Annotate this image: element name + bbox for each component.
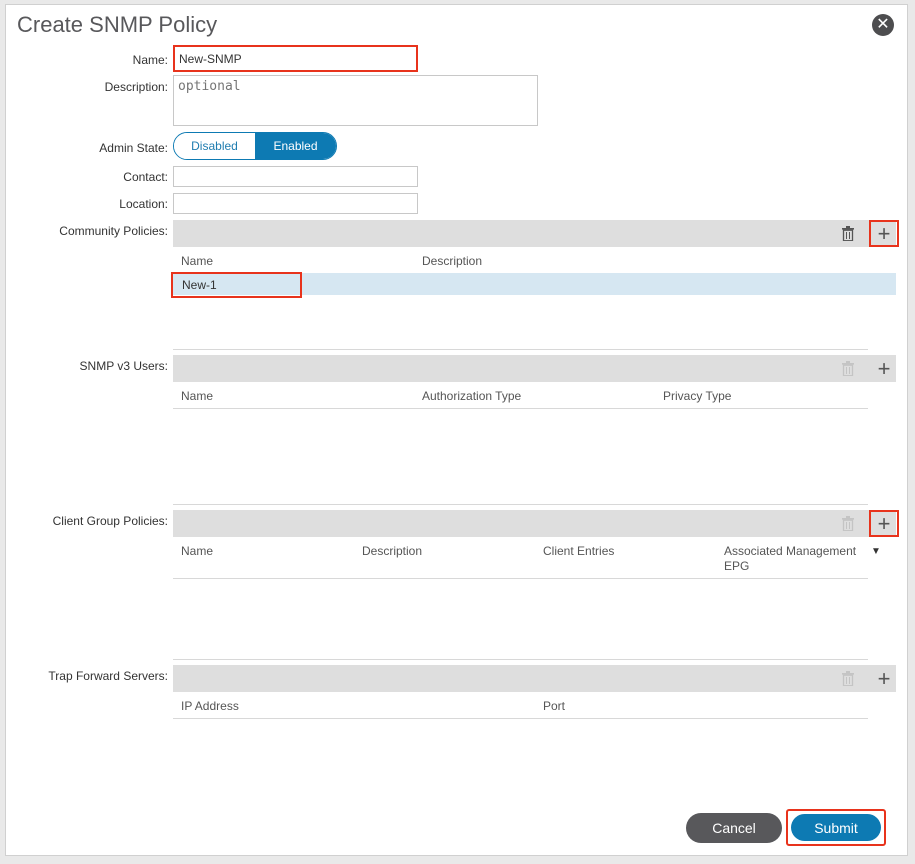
plus-icon: +	[877, 355, 891, 381]
add-client-group-button[interactable]: +	[869, 510, 899, 537]
location-input[interactable]	[173, 193, 418, 214]
column-header: Privacy Type	[663, 389, 732, 403]
trash-icon[interactable]	[841, 361, 855, 376]
snmp-v3-users-label: SNMP v3 Users:	[79, 359, 168, 373]
admin-state-label: Admin State:	[99, 141, 168, 155]
contact-label: Contact:	[123, 170, 168, 184]
sort-down-icon[interactable]: ▼	[871, 546, 881, 557]
name-label: Name:	[132, 53, 168, 67]
contact-input[interactable]	[173, 166, 418, 187]
description-field[interactable]	[173, 75, 538, 126]
trash-icon[interactable]	[841, 671, 855, 686]
plus-icon: +	[877, 220, 891, 246]
column-header: Client Entries	[543, 544, 615, 558]
description-label: Description:	[104, 80, 168, 94]
column-header: Port	[543, 699, 566, 713]
column-header: Associated Management EPG	[724, 544, 857, 573]
create-snmp-policy-dialog: Create SNMP Policy ✕ Name: Description: …	[5, 4, 908, 856]
trap-server-toolbar: +	[173, 665, 896, 692]
add-snmpv3-user-button[interactable]: +	[869, 355, 899, 382]
name-input[interactable]	[173, 45, 418, 72]
divider	[173, 408, 868, 409]
column-header: Name	[181, 389, 214, 403]
admin-state-enabled-option[interactable]: Enabled	[255, 133, 336, 159]
community-toolbar: +	[173, 220, 899, 247]
plus-icon: +	[877, 510, 891, 536]
column-header: Name	[181, 254, 214, 268]
divider	[173, 349, 868, 350]
dialog-title: Create SNMP Policy	[17, 12, 218, 37]
trash-icon[interactable]	[841, 226, 855, 241]
admin-state-toggle[interactable]: Disabled Enabled	[173, 132, 337, 160]
trash-icon[interactable]	[841, 516, 855, 531]
divider	[173, 504, 868, 505]
community-policies-label: Community Policies:	[59, 224, 168, 238]
submit-button[interactable]: Submit	[791, 814, 881, 841]
admin-state-disabled-option[interactable]: Disabled	[174, 133, 255, 159]
column-header: IP Address	[181, 699, 239, 713]
column-header: Authorization Type	[422, 389, 522, 403]
add-trap-server-button[interactable]: +	[869, 665, 899, 692]
cancel-button[interactable]: Cancel	[686, 813, 782, 843]
community-name-cell[interactable]: New-1	[171, 272, 302, 298]
submit-button-highlight[interactable]: Submit	[786, 809, 886, 846]
divider	[173, 659, 868, 660]
column-header: Description	[362, 544, 423, 558]
column-header: Name	[181, 544, 214, 558]
divider	[173, 718, 868, 719]
column-header: Description	[422, 254, 483, 268]
plus-icon: +	[877, 665, 891, 691]
client-group-toolbar: +	[173, 510, 899, 537]
add-community-policy-button[interactable]: +	[869, 220, 899, 247]
snmpv3-toolbar: +	[173, 355, 896, 382]
divider	[173, 578, 868, 579]
location-label: Location:	[119, 197, 168, 211]
close-icon[interactable]: ✕	[872, 14, 894, 36]
trap-forward-servers-label: Trap Forward Servers:	[48, 669, 168, 683]
client-group-policies-label: Client Group Policies:	[52, 514, 168, 528]
